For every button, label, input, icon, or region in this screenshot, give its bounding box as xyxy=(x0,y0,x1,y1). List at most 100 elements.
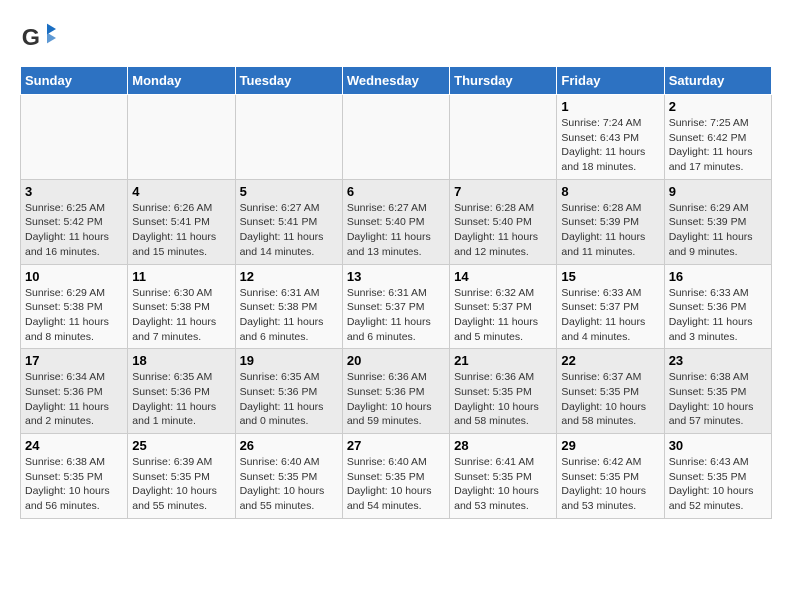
calendar-cell: 8 Sunrise: 6:28 AM Sunset: 5:39 PM Daylig… xyxy=(557,179,664,264)
calendar-cell: 10 Sunrise: 6:29 AM Sunset: 5:38 PM Dayli… xyxy=(21,264,128,349)
calendar-cell: 21Sunrise: 6:36 AM Sunset: 5:35 PM Dayli… xyxy=(450,349,557,434)
calendar-cell: 5 Sunrise: 6:27 AM Sunset: 5:41 PM Daylig… xyxy=(235,179,342,264)
day-number: 12 xyxy=(240,269,338,284)
day-info: Sunrise: 6:41 AM Sunset: 5:35 PM Dayligh… xyxy=(454,455,552,514)
calendar-cell: 7 Sunrise: 6:28 AM Sunset: 5:40 PM Daylig… xyxy=(450,179,557,264)
calendar-cell: 30 Sunrise: 6:43 AM Sunset: 5:35 PM Dayli… xyxy=(664,434,771,519)
day-number: 22 xyxy=(561,353,659,368)
calendar-cell: 26 Sunrise: 6:40 AM Sunset: 5:35 PM Dayli… xyxy=(235,434,342,519)
day-number: 30 xyxy=(669,438,767,453)
calendar-cell: 22 Sunrise: 6:37 AM Sunset: 5:35 PM Dayli… xyxy=(557,349,664,434)
calendar-cell: 13Sunrise: 6:31 AM Sunset: 5:37 PM Dayli… xyxy=(342,264,449,349)
day-number: 19 xyxy=(240,353,338,368)
calendar-cell xyxy=(235,95,342,180)
weekday-friday: Friday xyxy=(557,67,664,95)
day-number: 15 xyxy=(561,269,659,284)
day-number: 29 xyxy=(561,438,659,453)
calendar-cell: 20 Sunrise: 6:36 AM Sunset: 5:36 PM Dayli… xyxy=(342,349,449,434)
day-info: Sunrise: 6:33 AM Sunset: 5:37 PM Dayligh… xyxy=(561,286,659,345)
day-number: 17 xyxy=(25,353,123,368)
day-number: 27 xyxy=(347,438,445,453)
week-row-4: 17 Sunrise: 6:34 AM Sunset: 5:36 PM Dayli… xyxy=(21,349,772,434)
calendar-body: 1Sunrise: 7:24 AM Sunset: 6:43 PM Daylig… xyxy=(21,95,772,519)
day-number: 10 xyxy=(25,269,123,284)
page-header: G xyxy=(20,20,772,56)
calendar-cell: 12 Sunrise: 6:31 AM Sunset: 5:38 PM Dayli… xyxy=(235,264,342,349)
calendar-cell: 15 Sunrise: 6:33 AM Sunset: 5:37 PM Dayli… xyxy=(557,264,664,349)
calendar-cell: 1Sunrise: 7:24 AM Sunset: 6:43 PM Daylig… xyxy=(557,95,664,180)
day-number: 26 xyxy=(240,438,338,453)
calendar-cell xyxy=(128,95,235,180)
calendar-cell xyxy=(342,95,449,180)
day-info: Sunrise: 6:26 AM Sunset: 5:41 PM Dayligh… xyxy=(132,201,230,260)
calendar-cell: 23 Sunrise: 6:38 AM Sunset: 5:35 PM Dayli… xyxy=(664,349,771,434)
weekday-header-row: SundayMondayTuesdayWednesdayThursdayFrid… xyxy=(21,67,772,95)
calendar-cell: 27 Sunrise: 6:40 AM Sunset: 5:35 PM Dayli… xyxy=(342,434,449,519)
day-number: 7 xyxy=(454,184,552,199)
calendar-cell: 9Sunrise: 6:29 AM Sunset: 5:39 PM Daylig… xyxy=(664,179,771,264)
calendar-cell: 16Sunrise: 6:33 AM Sunset: 5:36 PM Dayli… xyxy=(664,264,771,349)
day-info: Sunrise: 6:29 AM Sunset: 5:38 PM Dayligh… xyxy=(25,286,123,345)
day-info: Sunrise: 6:35 AM Sunset: 5:36 PM Dayligh… xyxy=(132,370,230,429)
day-number: 20 xyxy=(347,353,445,368)
calendar-cell: 4 Sunrise: 6:26 AM Sunset: 5:41 PM Daylig… xyxy=(128,179,235,264)
day-info: Sunrise: 6:40 AM Sunset: 5:35 PM Dayligh… xyxy=(347,455,445,514)
calendar-cell: 29 Sunrise: 6:42 AM Sunset: 5:35 PM Dayli… xyxy=(557,434,664,519)
weekday-monday: Monday xyxy=(128,67,235,95)
day-number: 3 xyxy=(25,184,123,199)
calendar-cell: 24Sunrise: 6:38 AM Sunset: 5:35 PM Dayli… xyxy=(21,434,128,519)
day-number: 2 xyxy=(669,99,767,114)
day-info: Sunrise: 6:40 AM Sunset: 5:35 PM Dayligh… xyxy=(240,455,338,514)
calendar-cell: 25Sunrise: 6:39 AM Sunset: 5:35 PM Dayli… xyxy=(128,434,235,519)
day-number: 16 xyxy=(669,269,767,284)
day-info: Sunrise: 6:42 AM Sunset: 5:35 PM Dayligh… xyxy=(561,455,659,514)
day-info: Sunrise: 6:32 AM Sunset: 5:37 PM Dayligh… xyxy=(454,286,552,345)
day-number: 23 xyxy=(669,353,767,368)
logo-icon: G xyxy=(20,20,56,56)
day-info: Sunrise: 6:28 AM Sunset: 5:40 PM Dayligh… xyxy=(454,201,552,260)
day-info: Sunrise: 6:43 AM Sunset: 5:35 PM Dayligh… xyxy=(669,455,767,514)
calendar-cell xyxy=(450,95,557,180)
calendar-header: SundayMondayTuesdayWednesdayThursdayFrid… xyxy=(21,67,772,95)
calendar-cell: 28 Sunrise: 6:41 AM Sunset: 5:35 PM Dayli… xyxy=(450,434,557,519)
day-info: Sunrise: 6:37 AM Sunset: 5:35 PM Dayligh… xyxy=(561,370,659,429)
day-info: Sunrise: 6:27 AM Sunset: 5:41 PM Dayligh… xyxy=(240,201,338,260)
day-number: 1 xyxy=(561,99,659,114)
day-info: Sunrise: 6:30 AM Sunset: 5:38 PM Dayligh… xyxy=(132,286,230,345)
day-number: 5 xyxy=(240,184,338,199)
day-info: Sunrise: 6:38 AM Sunset: 5:35 PM Dayligh… xyxy=(669,370,767,429)
svg-text:G: G xyxy=(22,24,40,50)
day-info: Sunrise: 6:36 AM Sunset: 5:35 PM Dayligh… xyxy=(454,370,552,429)
day-info: Sunrise: 6:36 AM Sunset: 5:36 PM Dayligh… xyxy=(347,370,445,429)
day-number: 9 xyxy=(669,184,767,199)
week-row-2: 3 Sunrise: 6:25 AM Sunset: 5:42 PM Daylig… xyxy=(21,179,772,264)
calendar-cell: 19Sunrise: 6:35 AM Sunset: 5:36 PM Dayli… xyxy=(235,349,342,434)
calendar-cell xyxy=(21,95,128,180)
weekday-sunday: Sunday xyxy=(21,67,128,95)
day-info: Sunrise: 6:28 AM Sunset: 5:39 PM Dayligh… xyxy=(561,201,659,260)
day-info: Sunrise: 6:39 AM Sunset: 5:35 PM Dayligh… xyxy=(132,455,230,514)
day-info: Sunrise: 6:34 AM Sunset: 5:36 PM Dayligh… xyxy=(25,370,123,429)
day-number: 14 xyxy=(454,269,552,284)
calendar-cell: 2Sunrise: 7:25 AM Sunset: 6:42 PM Daylig… xyxy=(664,95,771,180)
day-number: 4 xyxy=(132,184,230,199)
week-row-1: 1Sunrise: 7:24 AM Sunset: 6:43 PM Daylig… xyxy=(21,95,772,180)
week-row-5: 24Sunrise: 6:38 AM Sunset: 5:35 PM Dayli… xyxy=(21,434,772,519)
day-info: Sunrise: 6:27 AM Sunset: 5:40 PM Dayligh… xyxy=(347,201,445,260)
weekday-saturday: Saturday xyxy=(664,67,771,95)
day-info: Sunrise: 6:31 AM Sunset: 5:37 PM Dayligh… xyxy=(347,286,445,345)
day-number: 8 xyxy=(561,184,659,199)
weekday-tuesday: Tuesday xyxy=(235,67,342,95)
logo: G xyxy=(20,20,60,56)
day-info: Sunrise: 6:31 AM Sunset: 5:38 PM Dayligh… xyxy=(240,286,338,345)
calendar-cell: 6 Sunrise: 6:27 AM Sunset: 5:40 PM Daylig… xyxy=(342,179,449,264)
week-row-3: 10 Sunrise: 6:29 AM Sunset: 5:38 PM Dayli… xyxy=(21,264,772,349)
day-number: 24 xyxy=(25,438,123,453)
day-number: 28 xyxy=(454,438,552,453)
day-number: 18 xyxy=(132,353,230,368)
calendar-table: SundayMondayTuesdayWednesdayThursdayFrid… xyxy=(20,66,772,519)
day-info: Sunrise: 6:25 AM Sunset: 5:42 PM Dayligh… xyxy=(25,201,123,260)
weekday-wednesday: Wednesday xyxy=(342,67,449,95)
calendar-cell: 18 Sunrise: 6:35 AM Sunset: 5:36 PM Dayli… xyxy=(128,349,235,434)
day-number: 6 xyxy=(347,184,445,199)
